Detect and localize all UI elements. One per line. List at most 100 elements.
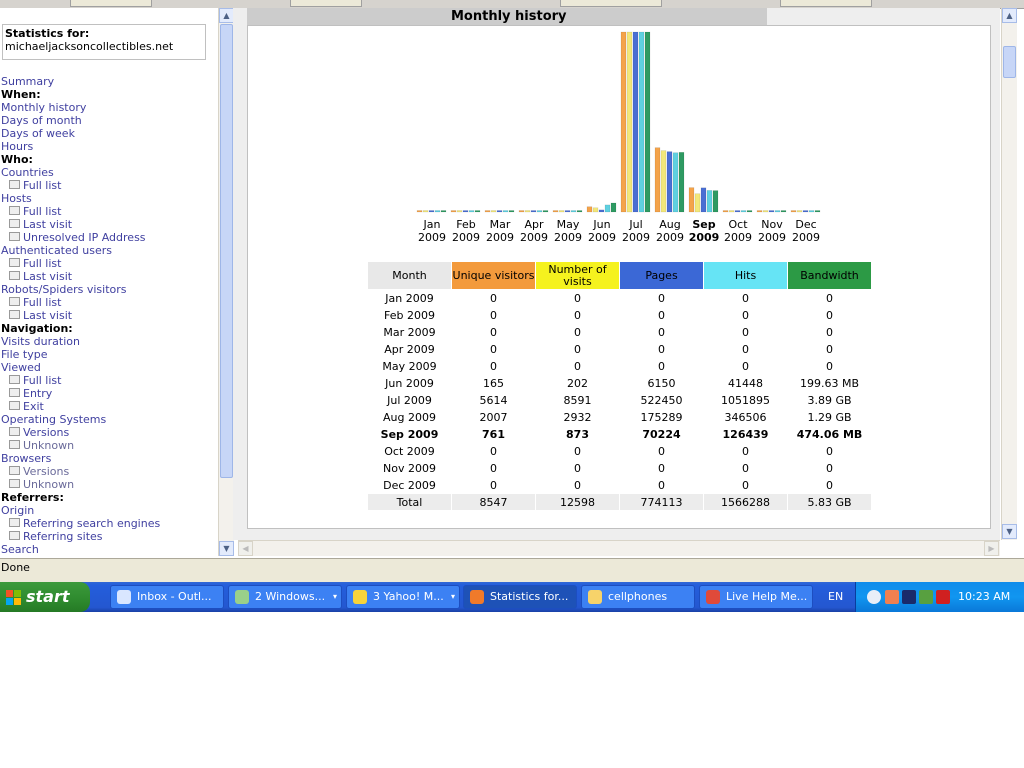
- value-cell: 175289: [640, 410, 683, 424]
- value-cell: 3.89 GB: [807, 393, 852, 407]
- total-value: 8547: [452, 494, 535, 510]
- month-cell: Apr 2009: [384, 342, 435, 356]
- chart-bar: [468, 210, 475, 213]
- scroll-right-icon[interactable]: ▶: [984, 541, 999, 556]
- value-cell: 199.63 MB: [799, 376, 860, 390]
- column-header: Unique visitors: [452, 262, 535, 289]
- taskbar-button[interactable]: 3 Yahoo! M... ▾: [346, 585, 460, 609]
- nav-sublink[interactable]: Full list: [1, 296, 160, 309]
- nav-sublink[interactable]: Last visit: [1, 270, 160, 283]
- chart-bar: [780, 210, 787, 213]
- start-button[interactable]: start: [0, 582, 90, 612]
- antivirus-icon[interactable]: [936, 590, 950, 604]
- nav-section-header: Navigation:: [1, 322, 160, 335]
- nav-sublink[interactable]: Unknown: [1, 439, 160, 452]
- chart-bar: [808, 210, 815, 213]
- nav-sublink[interactable]: Exit: [1, 400, 160, 413]
- nav-sublink[interactable]: Entry: [1, 387, 160, 400]
- nav-link[interactable]: Operating Systems: [1, 413, 160, 426]
- network-icon[interactable]: [919, 590, 933, 604]
- chart-bar: [790, 210, 797, 213]
- nav-link[interactable]: Robots/Spiders visitors: [1, 283, 160, 296]
- nav-label: File type: [1, 348, 48, 361]
- x-tick-label: 2009: [656, 231, 684, 244]
- chart-bar: [678, 152, 685, 213]
- list-bullet-icon: [9, 271, 20, 280]
- list-bullet-icon: [9, 440, 20, 449]
- value-cell: 0: [574, 291, 581, 305]
- nav-link[interactable]: Visits duration: [1, 335, 160, 348]
- taskbar-button[interactable]: Statistics for...: [463, 585, 577, 609]
- value-cell: 0: [574, 461, 581, 475]
- group-arrow-icon: ▾: [332, 592, 337, 601]
- x-tick-label: Oct: [728, 218, 748, 231]
- star-icon[interactable]: [902, 590, 916, 604]
- taskbar-button[interactable]: Inbox - Outl...: [110, 585, 224, 609]
- value-cell: 0: [742, 478, 749, 492]
- month-cell: May 2009: [382, 359, 437, 373]
- list-bullet-icon: [9, 427, 20, 436]
- value-cell: 0: [658, 444, 665, 458]
- taskbar-button[interactable]: Live Help Me...: [699, 585, 813, 609]
- nav-sublink[interactable]: Last visit: [1, 309, 160, 322]
- month-cell: Jan 2009: [385, 291, 434, 305]
- table-row: Apr 2009 0 0 0 0 0: [368, 341, 871, 357]
- nav-link[interactable]: File type: [1, 348, 160, 361]
- system-tray: 10:23 AM: [855, 582, 1024, 612]
- chart-bar: [524, 210, 531, 213]
- x-tick-label: Jul: [628, 218, 642, 231]
- nav-link[interactable]: Origin: [1, 504, 160, 517]
- scroll-up-icon[interactable]: ▲: [1002, 8, 1017, 23]
- value-cell: 0: [490, 308, 497, 322]
- nav-link[interactable]: Search: [1, 543, 160, 556]
- nav-link[interactable]: Browsers: [1, 452, 160, 465]
- scrollbar-thumb[interactable]: [1003, 46, 1016, 78]
- main-frame-scrollbar[interactable]: ▲ ▼: [1001, 8, 1017, 540]
- x-tick-label: Apr: [524, 218, 544, 231]
- app-icon: [117, 590, 131, 604]
- chart-bar: [722, 210, 729, 213]
- chart-bar: [626, 31, 633, 213]
- table-row: Mar 2009 0 0 0 0 0: [368, 324, 871, 340]
- nav-label: Search: [1, 543, 39, 556]
- x-tick-label: 2009: [724, 231, 752, 244]
- list-bullet-icon: [9, 297, 20, 306]
- chart-bar: [796, 210, 803, 213]
- taskbar-button[interactable]: 2 Windows... ▾: [228, 585, 342, 609]
- list-bullet-icon: [9, 518, 20, 527]
- chart-bar: [552, 210, 559, 213]
- value-cell: 0: [742, 359, 749, 373]
- nav-sublink[interactable]: Referring sites: [1, 530, 160, 543]
- scroll-left-icon[interactable]: ◀: [238, 541, 253, 556]
- start-label: start: [26, 587, 70, 606]
- taskbar-button[interactable]: cellphones: [581, 585, 695, 609]
- clock[interactable]: 10:23 AM: [958, 582, 1010, 612]
- taskbar-button-label: 3 Yahoo! M...: [373, 590, 444, 603]
- table-header-row: Month Unique visitors Number of visits Page…: [368, 262, 871, 289]
- month-cell: Sep 2009: [380, 427, 439, 441]
- value-cell: 0: [826, 325, 833, 339]
- scroll-down-icon[interactable]: ▼: [219, 541, 234, 556]
- tray-arrow-icon[interactable]: [867, 590, 881, 604]
- month-cell: Mar 2009: [383, 325, 436, 339]
- chart-bar: [456, 210, 463, 213]
- value-cell: 0: [574, 325, 581, 339]
- nav-sublink[interactable]: Unknown: [1, 478, 160, 491]
- scroll-down-icon[interactable]: ▼: [1002, 524, 1017, 539]
- value-cell: 346506: [724, 410, 767, 424]
- language-indicator[interactable]: EN: [828, 582, 843, 612]
- chart-bar: [802, 210, 809, 213]
- nav-label: Versions: [23, 465, 70, 478]
- messenger-icon[interactable]: [885, 590, 899, 604]
- chart-bar: [558, 210, 565, 213]
- nav-sublink[interactable]: Versions: [1, 426, 160, 439]
- nav-sublink[interactable]: Full list: [1, 374, 160, 387]
- month-cell: Jun 2009: [385, 376, 434, 390]
- table-row: May 2009 0 0 0 0 0: [368, 358, 871, 374]
- nav-link[interactable]: Viewed: [1, 361, 160, 374]
- nav-sublink[interactable]: Versions: [1, 465, 160, 478]
- value-cell: 0: [742, 308, 749, 322]
- nav-sublink[interactable]: Referring search engines: [1, 517, 160, 530]
- main-horizontal-scrollbar[interactable]: ◀ ▶: [238, 540, 1000, 556]
- x-tick-label: Sep: [692, 218, 715, 231]
